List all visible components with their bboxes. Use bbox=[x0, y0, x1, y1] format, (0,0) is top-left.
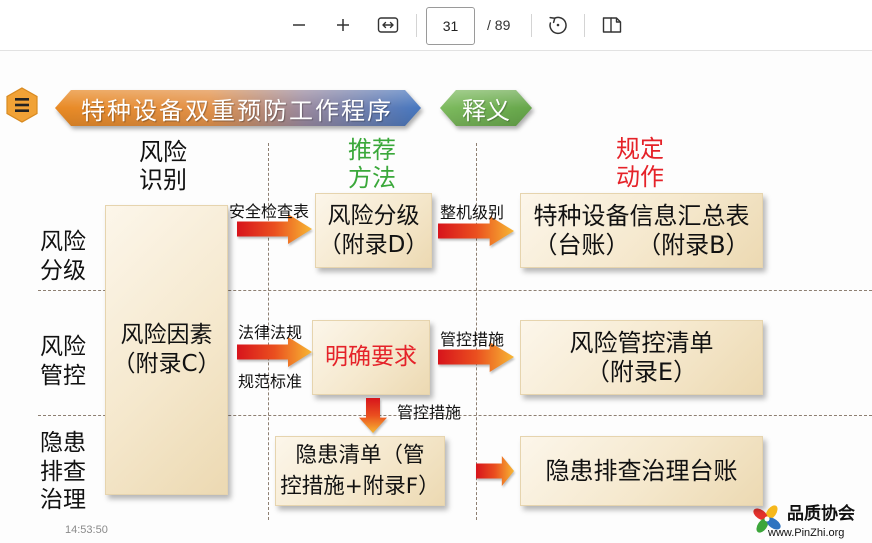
rotate-icon bbox=[549, 16, 567, 35]
pdf-toolbar: / 89 bbox=[0, 0, 872, 51]
row-label-risk-grading: 风险 分级 bbox=[40, 229, 86, 284]
menu-icon bbox=[4, 87, 40, 123]
zoom-in-button[interactable] bbox=[329, 11, 357, 39]
title-banner: 特种设备双重预防工作程序 bbox=[55, 90, 421, 126]
fit-to-width-button[interactable] bbox=[374, 11, 402, 39]
box-risk-control-list: 风险管控清单 （附录E） bbox=[520, 320, 763, 395]
slide-timestamp: 14:53:50 bbox=[65, 524, 108, 536]
arrow-label-control-measures: 管控措施 bbox=[440, 330, 505, 349]
watermark-url: www.PinZhi.org bbox=[768, 527, 845, 539]
column-header-recommended-method: 推荐 方法 bbox=[348, 136, 396, 192]
arrow-label-laws: 法律法规 bbox=[238, 323, 303, 342]
box-hazard-list: 隐患清单（管 控措施+附录F） bbox=[275, 436, 445, 506]
toolbar-divider bbox=[531, 14, 532, 37]
row-label-hazard-inspection: 隐患 排查 治理 bbox=[40, 430, 86, 513]
box-equipment-ledger: 特种设备信息汇总表 （台账） （附录B） bbox=[520, 193, 763, 268]
box-risk-grading: 风险分级 （附录D） bbox=[315, 193, 432, 268]
page-number-input[interactable] bbox=[426, 7, 475, 45]
rotate-button[interactable] bbox=[544, 11, 572, 39]
row-label-risk-control: 风险 管控 bbox=[40, 334, 86, 389]
page-view-icon bbox=[602, 17, 622, 33]
slide-canvas: 特种设备双重预防工作程序 释义 风险 识别 推荐 方法 规定 动作 风险 分级 … bbox=[0, 51, 872, 543]
page-view-button[interactable] bbox=[598, 11, 626, 39]
page-total-count: / 89 bbox=[487, 17, 511, 33]
box-hazard-ledger: 隐患排查治理台账 bbox=[520, 436, 763, 506]
watermark-logo: 品质协会 www.PinZhi.org bbox=[748, 499, 870, 543]
arrow-label-control-measures-down: 管控措施 bbox=[397, 403, 462, 422]
fit-width-icon bbox=[377, 17, 399, 33]
column-header-required-action: 规定 动作 bbox=[616, 135, 664, 191]
slide-title: 特种设备双重预防工作程序 bbox=[81, 96, 393, 125]
column-header-risk-identification: 风险 识别 bbox=[139, 138, 187, 194]
pdf-viewer: / 89 bbox=[0, 0, 872, 543]
watermark-name: 品质协会 bbox=[787, 504, 855, 524]
explanation-badge: 释义 bbox=[440, 90, 532, 126]
box-risk-factors: 风险因素 （附录C） bbox=[105, 205, 228, 495]
zoom-out-button[interactable] bbox=[285, 11, 313, 39]
arrow-down bbox=[359, 398, 387, 433]
plus-icon bbox=[337, 19, 349, 31]
toolbar-divider bbox=[416, 14, 417, 37]
minus-icon bbox=[293, 24, 305, 26]
box-clear-requirements: 明确要求 bbox=[312, 320, 430, 395]
arrow-right bbox=[476, 456, 514, 486]
arrow-label-safety-checklist: 安全检查表 bbox=[229, 202, 310, 221]
arrow-label-standards: 规范标准 bbox=[238, 372, 303, 391]
arrow-label-machine-level: 整机级别 bbox=[440, 203, 505, 222]
toolbar-divider bbox=[584, 14, 585, 37]
badge-label: 释义 bbox=[462, 96, 510, 125]
